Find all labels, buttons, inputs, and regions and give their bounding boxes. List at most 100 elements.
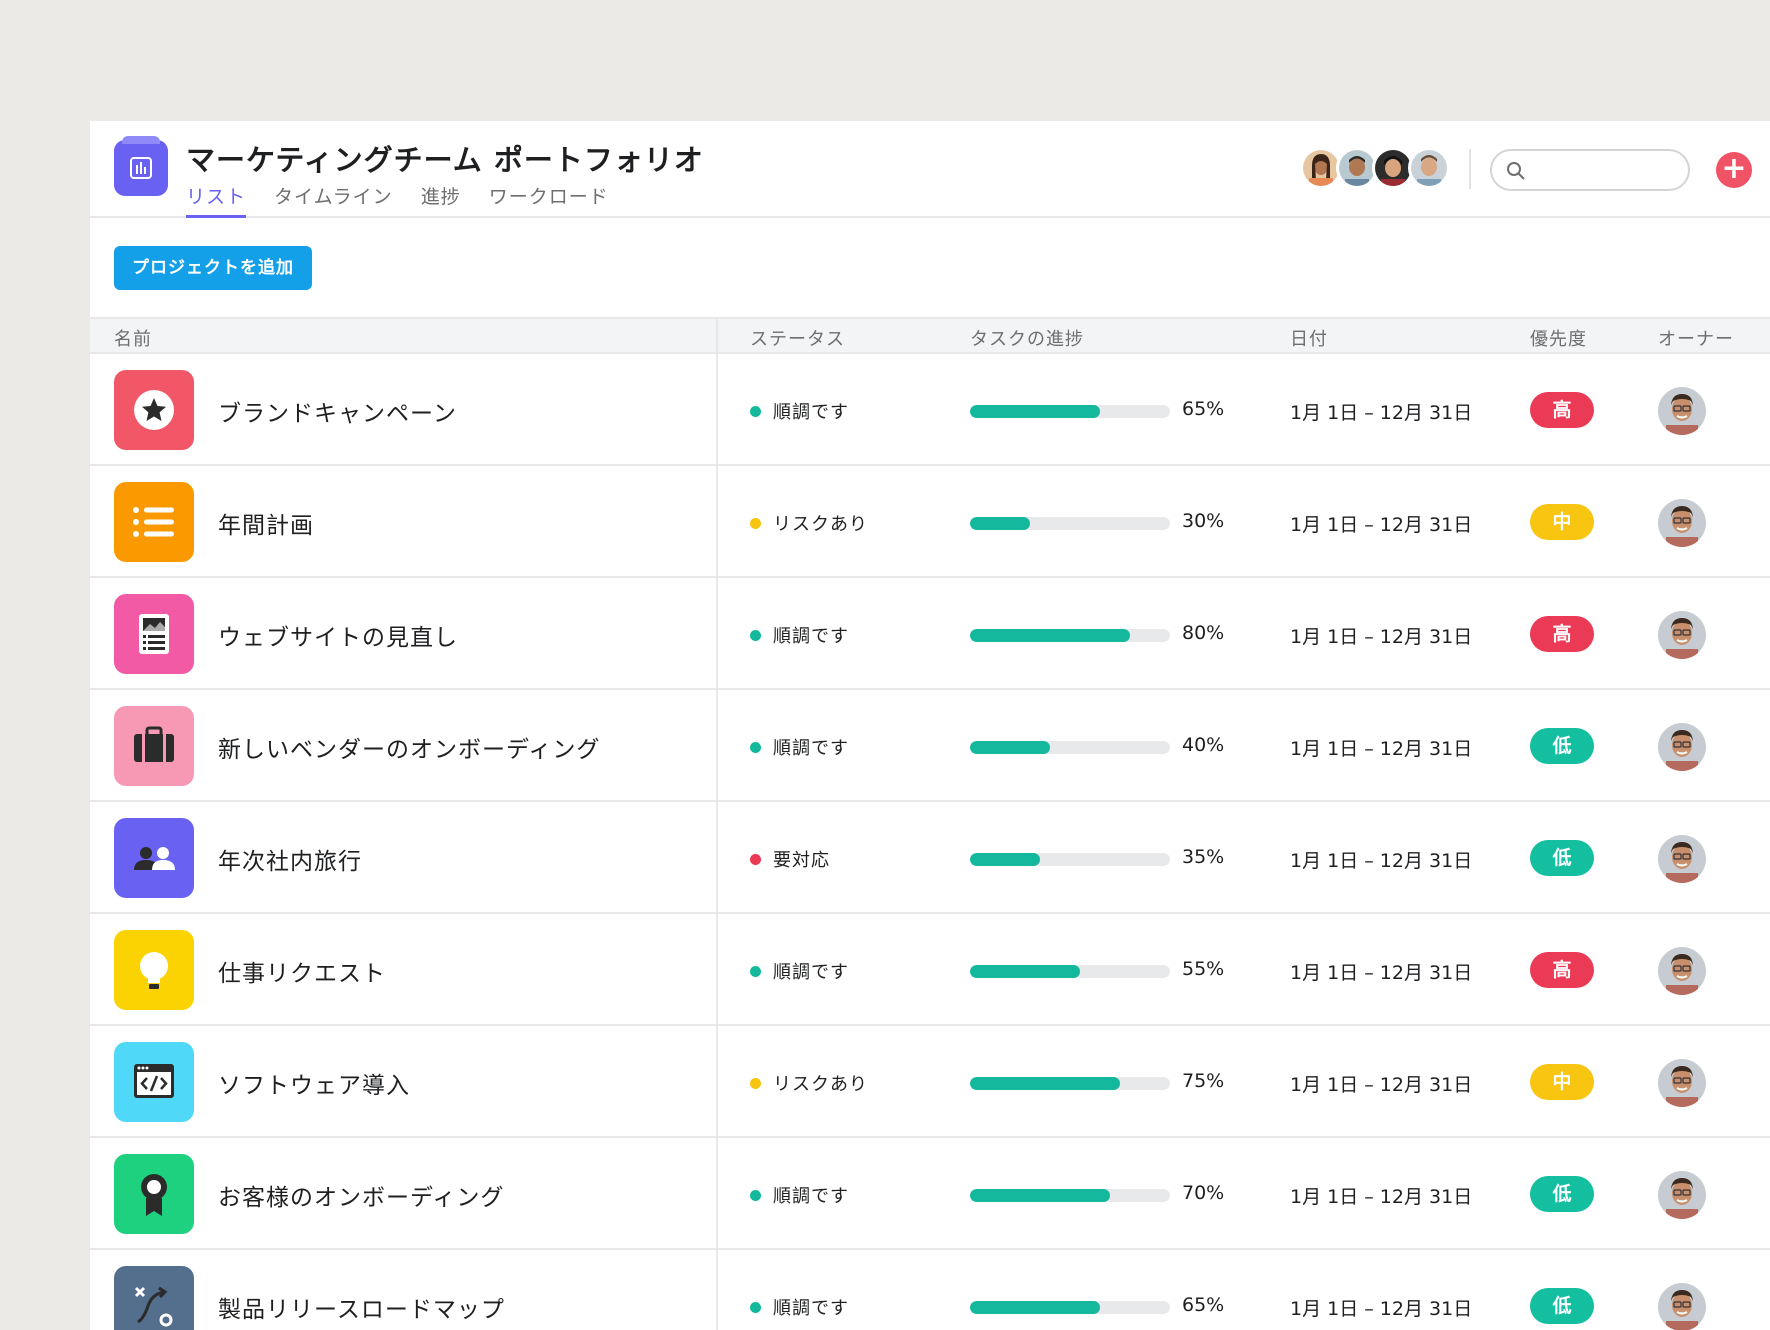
column-header-date[interactable]: 日付 <box>1290 325 1328 351</box>
progress-bar <box>970 517 1170 530</box>
priority-badge[interactable]: 高 <box>1530 616 1594 652</box>
status-cell[interactable]: リスクあり <box>750 510 868 536</box>
priority-badge[interactable]: 高 <box>1530 952 1594 988</box>
tab-list[interactable]: リスト <box>186 182 247 218</box>
owner-avatar[interactable] <box>1658 1283 1706 1330</box>
status-cell[interactable]: 順調です <box>750 622 849 648</box>
project-name[interactable]: 仕事リクエスト <box>218 954 386 988</box>
owner-avatar[interactable] <box>1658 835 1706 883</box>
column-divider <box>716 317 718 1330</box>
project-name[interactable]: 新しいベンダーのオンボーディング <box>218 730 600 764</box>
tab-workload[interactable]: ワークロード <box>489 182 609 218</box>
progress-fill <box>970 1077 1120 1090</box>
progress-bar <box>970 1077 1170 1090</box>
tab-timeline[interactable]: タイムライン <box>274 182 393 218</box>
owner-avatar[interactable] <box>1658 387 1706 435</box>
progress-fill <box>970 853 1040 866</box>
award-icon <box>114 1154 194 1234</box>
table-row[interactable]: ソフトウェア導入 リスクあり 75% 1月 1日 – 12月 31日 中 <box>90 1026 1770 1138</box>
date-range[interactable]: 1月 1日 – 12月 31日 <box>1290 1182 1472 1209</box>
progress-percent: 40% <box>1182 734 1225 756</box>
date-range[interactable]: 1月 1日 – 12月 31日 <box>1290 1294 1472 1321</box>
table-row[interactable]: ウェブサイトの見直し 順調です 80% 1月 1日 – 12月 31日 高 <box>90 578 1770 690</box>
owner-avatar[interactable] <box>1658 723 1706 771</box>
table-row[interactable]: お客様のオンボーディング 順調です 70% 1月 1日 – 12月 31日 低 <box>90 1138 1770 1250</box>
progress-bar <box>970 629 1170 642</box>
status-label: リスクあり <box>773 514 868 535</box>
progress-percent: 35% <box>1182 846 1225 868</box>
priority-badge[interactable]: 低 <box>1530 1176 1594 1212</box>
route-icon <box>114 1266 194 1330</box>
progress-percent: 55% <box>1182 958 1225 980</box>
code-icon <box>114 1042 194 1122</box>
priority-badge[interactable]: 低 <box>1530 728 1594 764</box>
table-row[interactable]: 年次社内旅行 要対応 35% 1月 1日 – 12月 31日 低 <box>90 802 1770 914</box>
briefcase-icon <box>114 706 194 786</box>
date-range[interactable]: 1月 1日 – 12月 31日 <box>1290 510 1472 537</box>
status-cell[interactable]: 順調です <box>750 734 849 760</box>
project-name[interactable]: 年次社内旅行 <box>218 842 362 876</box>
priority-badge[interactable]: 高 <box>1530 392 1594 428</box>
status-label: 順調です <box>773 738 849 759</box>
search-box[interactable] <box>1490 149 1690 191</box>
project-list: ブランドキャンペーン 順調です 65% 1月 1日 – 12月 31日 高 年間… <box>90 354 1770 1330</box>
progress-fill <box>970 517 1030 530</box>
tab-progress[interactable]: 進捗 <box>421 182 461 218</box>
status-dot <box>750 630 761 641</box>
progress-bar <box>970 965 1170 978</box>
date-range[interactable]: 1月 1日 – 12月 31日 <box>1290 958 1472 985</box>
table-row[interactable]: 仕事リクエスト 順調です 55% 1月 1日 – 12月 31日 高 <box>90 914 1770 1026</box>
column-header-progress[interactable]: タスクの進捗 <box>970 325 1084 351</box>
project-name[interactable]: お客様のオンボーディング <box>218 1178 504 1212</box>
project-name[interactable]: 年間計画 <box>218 506 314 540</box>
page-title: マーケティングチーム ポートフォリオ <box>186 143 704 177</box>
date-range[interactable]: 1月 1日 – 12月 31日 <box>1290 1070 1472 1097</box>
owner-avatar[interactable] <box>1658 1171 1706 1219</box>
table-row[interactable]: ブランドキャンペーン 順調です 65% 1月 1日 – 12月 31日 高 <box>90 354 1770 466</box>
project-name[interactable]: ブランドキャンペーン <box>218 394 457 428</box>
project-name[interactable]: ソフトウェア導入 <box>218 1066 410 1100</box>
status-label: 順調です <box>773 626 849 647</box>
status-cell[interactable]: リスクあり <box>750 1070 868 1096</box>
column-header-status[interactable]: ステータス <box>750 325 845 351</box>
owner-avatar[interactable] <box>1658 1059 1706 1107</box>
column-header-owner[interactable]: オーナー <box>1658 325 1734 351</box>
table-header: 名前 ステータス タスクの進捗 日付 優先度 オーナー <box>90 317 1770 354</box>
date-range[interactable]: 1月 1日 – 12月 31日 <box>1290 398 1472 425</box>
priority-badge[interactable]: 中 <box>1530 504 1594 540</box>
header-divider <box>1469 149 1471 189</box>
status-cell[interactable]: 順調です <box>750 958 849 984</box>
priority-badge[interactable]: 低 <box>1530 1288 1594 1324</box>
status-cell[interactable]: 順調です <box>750 398 849 424</box>
status-dot <box>750 1078 761 1089</box>
member-avatars[interactable] <box>1300 147 1450 189</box>
progress-fill <box>970 1301 1100 1314</box>
priority-badge[interactable]: 中 <box>1530 1064 1594 1100</box>
status-cell[interactable]: 順調です <box>750 1294 849 1320</box>
project-name[interactable]: 製品リリースロードマップ <box>218 1290 505 1324</box>
status-dot <box>750 406 761 417</box>
date-range[interactable]: 1月 1日 – 12月 31日 <box>1290 846 1472 873</box>
column-header-priority[interactable]: 優先度 <box>1530 325 1587 351</box>
project-name[interactable]: ウェブサイトの見直し <box>218 618 458 652</box>
table-row[interactable]: 新しいベンダーのオンボーディング 順調です 40% 1月 1日 – 12月 31… <box>90 690 1770 802</box>
progress-fill <box>970 629 1130 642</box>
avatar[interactable] <box>1408 147 1450 189</box>
date-range[interactable]: 1月 1日 – 12月 31日 <box>1290 622 1472 649</box>
search-input[interactable] <box>1536 157 1681 183</box>
owner-avatar[interactable] <box>1658 611 1706 659</box>
list-icon <box>114 482 194 562</box>
owner-avatar[interactable] <box>1658 947 1706 995</box>
table-row[interactable]: 年間計画 リスクあり 30% 1月 1日 – 12月 31日 中 <box>90 466 1770 578</box>
column-header-name[interactable]: 名前 <box>114 325 152 351</box>
add-project-button[interactable]: プロジェクトを追加 <box>114 246 312 290</box>
plus-icon[interactable]: + <box>1716 152 1752 188</box>
status-cell[interactable]: 順調です <box>750 1182 849 1208</box>
table-row[interactable]: 製品リリースロードマップ 順調です 65% 1月 1日 – 12月 31日 低 <box>90 1250 1770 1330</box>
date-range[interactable]: 1月 1日 – 12月 31日 <box>1290 734 1472 761</box>
status-dot <box>750 518 761 529</box>
status-label: 順調です <box>773 1186 849 1207</box>
owner-avatar[interactable] <box>1658 499 1706 547</box>
priority-badge[interactable]: 低 <box>1530 840 1594 876</box>
status-cell[interactable]: 要対応 <box>750 846 830 872</box>
